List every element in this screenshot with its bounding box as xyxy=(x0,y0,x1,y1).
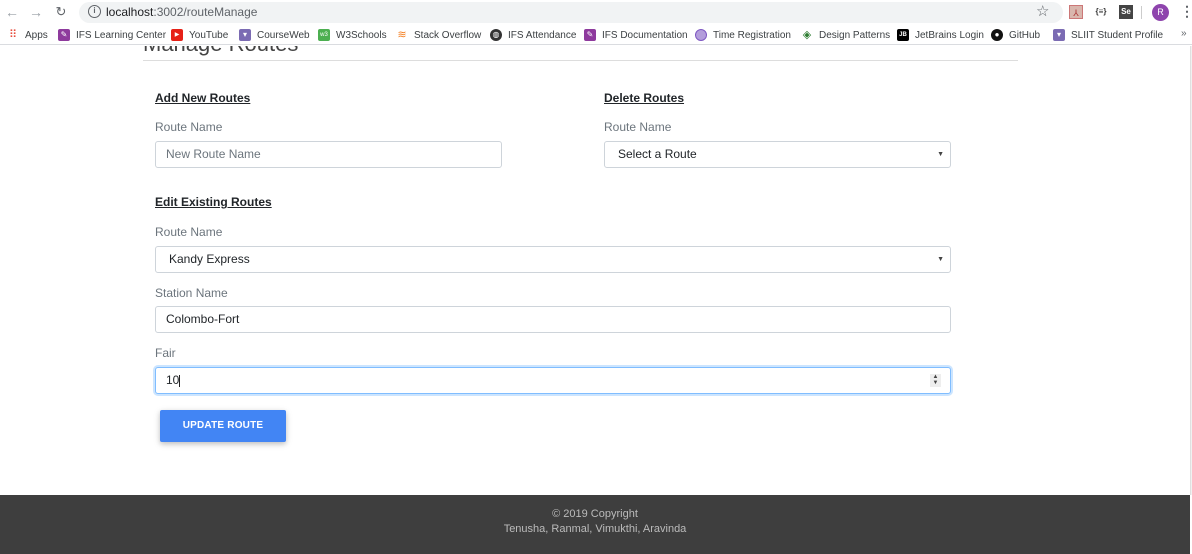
number-spinner[interactable]: ▲ ▼ xyxy=(930,374,941,387)
bookmark-star-icon[interactable]: ☆ xyxy=(1036,2,1049,20)
info-icon[interactable]: i xyxy=(88,5,101,18)
bookmark-w3schools[interactable]: w3 W3Schools xyxy=(318,28,387,42)
ifs-icon: ✎ xyxy=(584,29,596,41)
bookmark-github[interactable]: ● GitHub xyxy=(991,28,1040,42)
url-text[interactable]: localhost:3002/routeManage xyxy=(106,5,257,19)
bookmark-courseweb[interactable]: ▾ CourseWeb xyxy=(239,28,310,42)
stackoverflow-icon: ≋ xyxy=(397,29,407,41)
jetbrains-icon: JB xyxy=(897,29,909,41)
page-content: Manage Routes Add New Routes Route Name … xyxy=(0,46,1192,554)
bookmark-label: IFS Learning Center xyxy=(76,29,167,41)
pdf-extension-icon[interactable]: ⅄ xyxy=(1069,5,1083,19)
bookmark-label: IFS Attendance xyxy=(508,29,577,41)
apps-grid-icon: ⠿ xyxy=(8,29,18,41)
time-registration-icon xyxy=(695,29,707,41)
bookmark-youtube[interactable]: ▶ YouTube xyxy=(171,28,228,42)
bookmark-ifs-learning-center[interactable]: ✎ IFS Learning Center xyxy=(58,28,166,42)
bookmark-label: SLIIT Student Profile xyxy=(1071,29,1164,41)
bookmark-label: GitHub xyxy=(1009,29,1041,41)
bookmark-jetbrains-login[interactable]: JB JetBrains Login xyxy=(897,28,984,42)
back-arrow-icon[interactable]: ← xyxy=(3,3,21,21)
ifs-icon: ✎ xyxy=(58,29,70,41)
text-cursor xyxy=(179,374,181,387)
add-route-name-label: Route Name xyxy=(155,120,223,134)
toolbar-divider xyxy=(1141,6,1142,19)
station-name-input[interactable]: Colombo-Fort xyxy=(155,306,951,333)
github-icon: ● xyxy=(991,29,1003,41)
chevron-down-icon: ▼ xyxy=(937,256,944,263)
title-divider xyxy=(143,60,1018,61)
bookmark-label: Apps xyxy=(25,29,48,41)
bookmarks-bar: ⠿ Apps ✎ IFS Learning Center ▶ YouTube ▾ Cou… xyxy=(0,25,1192,45)
bookmark-apps[interactable]: ⠿ Apps xyxy=(7,28,48,42)
browser-toolbar: ← → ↻ i localhost:3002/routeManage ☆ ⅄ {… xyxy=(0,0,1192,25)
selenium-extension-icon[interactable]: Se xyxy=(1119,5,1133,19)
delete-route-selected-value: Select a Route xyxy=(618,147,697,161)
bookmark-label: Time Registration xyxy=(713,29,791,41)
bookmark-label: IFS Documentation xyxy=(602,29,688,41)
more-bookmarks-chevron-icon[interactable]: » xyxy=(1181,28,1187,39)
station-name-label: Station Name xyxy=(155,286,228,300)
fair-input[interactable]: 10 ▲ ▼ xyxy=(155,367,951,394)
bookmark-time-registration[interactable]: Time Registration xyxy=(695,28,791,42)
edit-route-selected-value: Kandy Express xyxy=(169,252,250,266)
bookmark-label: Stack Overflow xyxy=(414,29,482,41)
url-host: localhost xyxy=(106,5,154,19)
delete-route-name-label: Route Name xyxy=(604,120,672,134)
delete-routes-heading: Delete Routes xyxy=(604,91,685,105)
footer-copyright: © 2019 Copyright xyxy=(552,508,638,520)
reload-icon[interactable]: ↻ xyxy=(52,3,70,21)
bookmark-ifs-attendance[interactable]: ◍ IFS Attendance xyxy=(490,28,576,42)
bookmark-label: YouTube xyxy=(189,29,229,41)
bookmark-label: JetBrains Login xyxy=(915,29,984,41)
json-extension-icon[interactable]: {≡} xyxy=(1094,5,1108,19)
address-bar[interactable]: i localhost:3002/routeManage xyxy=(79,2,1063,23)
youtube-icon: ▶ xyxy=(171,29,183,41)
bookmark-label: Design Patterns xyxy=(819,29,891,41)
footer-authors: Tenusha, Ranmal, Vimukthi, Aravinda xyxy=(503,523,687,535)
delete-route-select[interactable]: Select a Route ▼ xyxy=(604,141,951,168)
bookmark-label: W3Schools xyxy=(336,29,387,41)
browser-chrome: ← → ↻ i localhost:3002/routeManage ☆ ⅄ {… xyxy=(0,0,1192,45)
sliit-shield-icon: ▾ xyxy=(1053,29,1065,41)
update-route-button[interactable]: UPDATE ROUTE xyxy=(160,410,286,442)
bookmark-label: CourseWeb xyxy=(257,29,310,41)
url-path: :3002/routeManage xyxy=(153,5,258,19)
sliit-shield-icon: ▾ xyxy=(239,29,251,41)
bookmark-sliit-student-profile[interactable]: ▾ SLIIT Student Profile xyxy=(1053,28,1163,42)
more-menu-icon[interactable]: ⋮ xyxy=(1180,3,1192,20)
fair-value: 10 xyxy=(166,373,180,387)
bookmark-design-patterns[interactable]: ◈ Design Patterns xyxy=(801,28,890,42)
footer: © 2019 Copyright Tenusha, Ranmal, Vimukt… xyxy=(0,495,1190,554)
design-patterns-icon: ◈ xyxy=(802,29,812,41)
edit-routes-heading: Edit Existing Routes xyxy=(155,195,272,209)
profile-avatar[interactable]: R xyxy=(1152,4,1169,21)
fair-label: Fair xyxy=(155,346,176,360)
globe-icon: ◍ xyxy=(490,29,502,41)
edit-route-name-label: Route Name xyxy=(155,225,223,239)
bookmark-ifs-documentation[interactable]: ✎ IFS Documentation xyxy=(584,28,688,42)
w3schools-icon: w3 xyxy=(318,29,330,41)
page-title: Manage Routes xyxy=(143,46,298,57)
add-routes-heading: Add New Routes xyxy=(155,91,251,105)
new-route-name-input[interactable]: New Route Name xyxy=(155,141,502,168)
chevron-down-icon: ▼ xyxy=(937,151,944,158)
edit-route-select[interactable]: Kandy Express ▼ xyxy=(155,246,951,273)
bookmark-stack-overflow[interactable]: ≋ Stack Overflow xyxy=(396,28,481,42)
forward-arrow-icon[interactable]: → xyxy=(27,3,45,21)
